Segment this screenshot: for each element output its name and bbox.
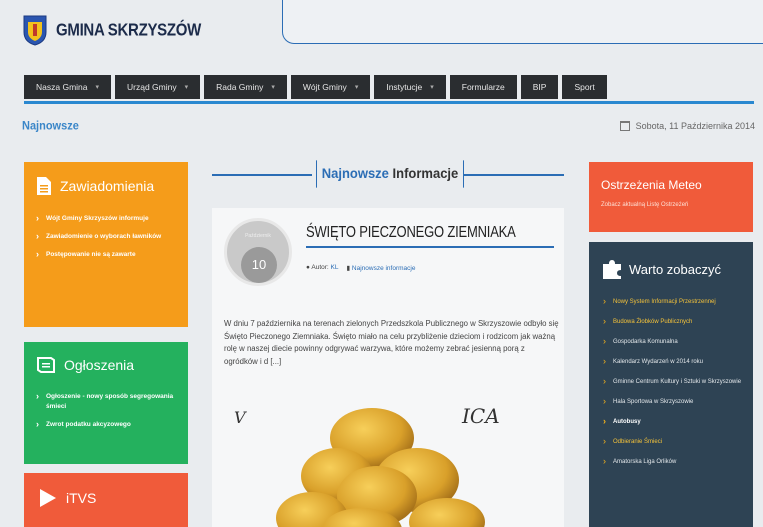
zawiadomienia-box: Zawiadomienia Wójt Gminy Skrzyszów infor… — [24, 162, 188, 327]
nav-item-label: Nasza Gmina — [36, 82, 88, 92]
heading-line — [212, 174, 312, 176]
itvs-box[interactable]: iTVS — [24, 473, 188, 527]
date-badge-month: Październik — [245, 233, 271, 239]
meteo-subtitle[interactable]: Zobacz aktualną Listę Ostrzeżeń — [589, 192, 753, 208]
play-icon — [40, 489, 56, 507]
itvs-header[interactable]: iTVS — [24, 473, 188, 509]
list-item[interactable]: Ogłoszenie - nowy sposób segregowania śm… — [36, 391, 178, 412]
section-heading: Najnowsze Informacje — [212, 160, 564, 190]
article-card: Październik 10 ŚWIĘTO PIECZONEGO ZIEMNIA… — [212, 208, 564, 527]
meteo-title: Ostrzeżenia Meteo — [601, 178, 702, 192]
zawiadomienia-title: Zawiadomienia — [60, 178, 155, 194]
chevron-down-icon: ▾ — [430, 84, 434, 91]
author-label: Autor: — [311, 264, 329, 271]
date-badge-day: 10 — [241, 247, 277, 283]
warto-zobaczyc-box: Warto zobaczyć Nowy System Informacji Pr… — [589, 242, 753, 527]
list-item[interactable]: Postępowanie nie są zawarte — [36, 249, 178, 260]
ogloszenia-title: Ogłoszenia — [64, 357, 135, 373]
breadcrumb[interactable]: Najnowsze — [22, 119, 79, 132]
ogloszenia-box: Ogłoszenia Ogłoszenie - nowy sposób segr… — [24, 342, 188, 464]
zawiadomienia-list: Wójt Gminy Skrzyszów informuje Zawiadomi… — [24, 196, 188, 260]
nav-item-label: Rada Gminy — [216, 82, 264, 92]
nav-item[interactable]: Nasza Gmina ▾ — [24, 75, 112, 99]
warto-list: Nowy System Informacji Przestrzennej Budo… — [589, 280, 753, 467]
list-item[interactable]: Autobusy — [603, 417, 745, 427]
nav-item[interactable]: Rada Gminy ▾ — [204, 75, 287, 99]
date-badge: Październik 10 — [224, 218, 292, 286]
bookmark-icon: ▮ — [346, 265, 351, 272]
list-item[interactable]: Amatorska Liga Orlików — [603, 457, 745, 467]
calendar-icon — [619, 121, 630, 131]
list-item[interactable]: Kalendarz Wydarzeń w 2014 roku — [603, 357, 745, 367]
itvs-title: iTVS — [66, 490, 97, 506]
list-item[interactable]: Gospodarka Komunalna — [603, 337, 745, 347]
article-excerpt: W dniu 7 października na terenach zielon… — [224, 319, 559, 366]
site-logo[interactable]: GMINA SKRZYSZÓW — [22, 14, 201, 46]
nav-divider — [24, 101, 754, 104]
article-title[interactable]: ŚWIĘTO PIECZONEGO ZIEMNIAKA — [306, 223, 516, 241]
chevron-down-icon: ▾ — [271, 84, 275, 91]
coat-of-arms-icon — [23, 15, 47, 46]
warto-title: Warto zobaczyć — [629, 261, 721, 277]
book-icon — [37, 357, 55, 373]
nav-item-label: Wójt Gminy — [302, 82, 347, 92]
puzzle-icon — [603, 260, 621, 279]
list-item[interactable]: Odbieranie Śmieci — [603, 437, 745, 447]
current-date: Sobota, 11 Października 2014 — [619, 121, 755, 131]
warto-header: Warto zobaczyć — [589, 242, 753, 280]
date-text: Sobota, 11 Października 2014 — [635, 121, 755, 131]
nav-item[interactable]: Formularze — [449, 75, 517, 99]
potatoes-illustration — [276, 408, 485, 527]
chevron-down-icon: ▾ — [354, 84, 359, 91]
author-name[interactable]: KL — [331, 264, 339, 271]
nav-item[interactable]: Instytucje ▾ — [374, 75, 446, 99]
list-item[interactable]: Budowa Żłobków Publicznych — [603, 317, 745, 327]
section-title: Najnowsze Informacje — [316, 160, 464, 188]
nav-item[interactable]: Urząd Gminy ▾ — [115, 75, 201, 99]
main-nav: Nasza Gmina ▾ Urząd Gminy ▾ Rada Gminy ▾ Wójt … — [24, 75, 607, 99]
list-item[interactable]: Zwrot podatku akcyzowego — [36, 419, 178, 430]
article-title-rule — [306, 246, 554, 248]
list-item[interactable]: Wójt Gminy Skrzyszów informuje — [36, 213, 178, 224]
ogloszenia-header[interactable]: Ogłoszenia — [24, 342, 188, 374]
document-icon — [37, 177, 51, 195]
nav-item-label: BIP — [532, 82, 547, 92]
article-image[interactable]: V ICA — [212, 398, 564, 527]
nav-item[interactable]: Wójt Gminy ▾ — [290, 75, 371, 99]
chevron-down-icon: ▾ — [184, 84, 189, 91]
site-header: GMINA SKRZYSZÓW — [0, 0, 763, 70]
section-title-rest: Informacje — [392, 165, 459, 182]
list-item[interactable]: Hala Sportowa w Skrzyszowie — [603, 397, 745, 407]
article-author: ● Autor: KL — [306, 264, 339, 272]
user-icon: ● — [306, 264, 310, 271]
category-link[interactable]: Najnowsze informacje — [352, 265, 416, 272]
nav-item[interactable]: Sport — [562, 75, 607, 99]
list-item[interactable]: Gminne Centrum Kultury i Sztuki w Skrzys… — [603, 377, 745, 387]
section-title-highlight: Najnowsze — [321, 165, 389, 182]
list-item[interactable]: Zawiadomienie o wyborach ławników — [36, 231, 178, 242]
nav-item-label: Instytucje — [386, 82, 423, 92]
nav-item-label: Formularze — [461, 82, 505, 92]
article-category: ▮ Najnowsze informacje — [347, 264, 416, 272]
chevron-down-icon: ▾ — [95, 84, 100, 91]
article-meta: ● Autor: KL ▮ Najnowsze informacje — [306, 264, 415, 272]
meteo-box[interactable]: Ostrzeżenia Meteo Zobacz aktualną Listę … — [589, 162, 753, 232]
nav-item[interactable]: BIP — [520, 75, 559, 99]
site-name: GMINA SKRZYSZÓW — [56, 20, 201, 40]
nav-item-label: Urząd Gminy — [127, 82, 177, 92]
ogloszenia-list: Ogłoszenie - nowy sposób segregowania śm… — [24, 374, 188, 430]
heading-line — [464, 174, 564, 176]
zawiadomienia-header[interactable]: Zawiadomienia — [24, 162, 188, 196]
list-item[interactable]: Nowy System Informacji Przestrzennej — [603, 297, 745, 307]
search-panel[interactable] — [282, 0, 763, 44]
nav-item-label: Sport — [574, 82, 595, 92]
